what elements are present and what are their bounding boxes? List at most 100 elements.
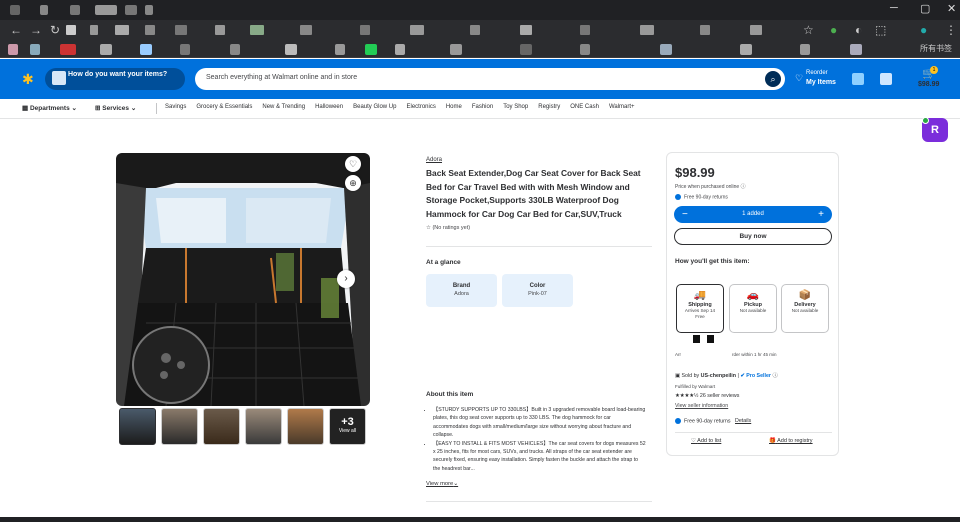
heart-icon: ♡ — [795, 73, 804, 83]
arrival-prefix: Arr — [675, 352, 681, 357]
pickup-option[interactable]: 🚗 Pickup Not available — [729, 284, 777, 333]
bookmark-item[interactable] — [180, 44, 190, 55]
profile-icon[interactable]: ● — [920, 23, 927, 37]
delivery-option[interactable]: 📦 Delivery Not available — [781, 284, 829, 333]
category-nav: ▦ Departments ⌄ ⊞ Services ⌄ Savings Gro… — [0, 99, 960, 119]
services-label: Services — [102, 105, 130, 112]
next-image-chevron-icon[interactable]: › — [337, 270, 355, 288]
favorite-heart-icon[interactable]: ♡ — [345, 156, 361, 172]
add-to-list-button[interactable]: ♡ Add to list — [691, 438, 721, 444]
all-bookmarks-folder[interactable]: 所有书签 — [920, 43, 952, 54]
back-icon[interactable]: ← — [10, 23, 22, 37]
account-icon[interactable] — [852, 73, 864, 85]
site-header: ✱ How do you want your items? Search eve… — [0, 59, 960, 99]
bookmark-item[interactable] — [740, 44, 752, 55]
extension-icon[interactable]: ● — [830, 23, 837, 37]
window-close-icon[interactable]: ✕ — [947, 2, 956, 15]
services-menu[interactable]: ⊞ Services ⌄ — [95, 104, 136, 112]
info-icon[interactable]: ⓘ — [741, 184, 746, 190]
extension-icon[interactable]: ◐ — [855, 23, 862, 37]
about-bullet: 【STURDY SUPPORTS UP TO 330LBS】Built in 3… — [433, 406, 646, 440]
bookmark-item[interactable] — [450, 44, 462, 55]
seller-reviews[interactable]: 26 seller reviews — [700, 393, 739, 399]
free-returns-row: Free 90-day returns Details — [675, 418, 751, 424]
bookmark-item[interactable] — [230, 44, 240, 55]
browser-tab[interactable] — [10, 5, 20, 15]
walmart-spark-icon[interactable]: ✱ — [22, 72, 36, 86]
browser-tab[interactable] — [95, 5, 117, 15]
url-field[interactable] — [66, 25, 76, 35]
window-maximize-icon[interactable]: ▢ — [920, 2, 930, 15]
price-note: Price when purchased online ⓘ — [675, 183, 746, 190]
thumbnail[interactable] — [161, 408, 198, 445]
rating-summary[interactable]: ☆ (No ratings yet) — [426, 225, 470, 231]
url-segment — [470, 25, 480, 35]
bookmark-item[interactable] — [850, 44, 862, 55]
browser-menu-icon[interactable]: ⋮ — [945, 23, 957, 37]
account-menu-icon[interactable] — [880, 73, 892, 85]
thumbnail[interactable] — [287, 408, 324, 445]
bookmark-item[interactable] — [395, 44, 405, 55]
info-icon[interactable]: ⓘ — [772, 373, 777, 379]
product-main-image[interactable]: ♡ ⊕ — [116, 153, 370, 406]
thumbnail[interactable] — [203, 408, 240, 445]
browser-tab[interactable] — [70, 5, 80, 15]
search-bar[interactable]: Search everything at Walmart online and … — [195, 68, 785, 90]
reload-icon[interactable]: ↻ — [50, 23, 60, 37]
browser-tab[interactable] — [125, 5, 137, 15]
bookmark-item[interactable] — [800, 44, 810, 55]
shipping-option[interactable]: 🚚 Shipping Arrives Sep 14 Free — [676, 284, 724, 333]
details-link[interactable]: Details — [735, 418, 751, 424]
plus-icon[interactable]: + — [818, 206, 824, 223]
nav-link-beauty[interactable]: Beauty Glow Up — [353, 104, 396, 110]
minus-icon[interactable]: − — [682, 206, 688, 223]
bookmark-item[interactable] — [60, 44, 76, 55]
package-icon: 📦 — [798, 290, 812, 301]
view-all-thumbnail[interactable]: +3 View all — [329, 408, 366, 445]
quantity-stepper[interactable]: − 1 added + — [674, 206, 832, 223]
nav-link-grocery[interactable]: Grocery & Essentials — [196, 104, 252, 110]
add-to-registry-button[interactable]: 🎁 Add to registry — [769, 438, 813, 444]
nav-link-home[interactable]: Home — [446, 104, 462, 110]
bookmark-item[interactable] — [660, 44, 672, 55]
pickup-label: How do you want your items? — [68, 71, 168, 78]
added-label: 1 added — [742, 211, 764, 217]
bookmark-item[interactable] — [285, 44, 297, 55]
brand-link[interactable]: Adora — [426, 157, 442, 163]
thumbnail[interactable] — [245, 408, 282, 445]
bookmark-star-icon[interactable]: ☆ — [803, 23, 814, 37]
bookmark-item[interactable] — [30, 44, 40, 55]
search-input[interactable]: Search everything at Walmart online and … — [206, 74, 357, 81]
bookmark-item[interactable] — [335, 44, 345, 55]
bookmark-item[interactable] — [8, 44, 18, 55]
extension-icon[interactable]: ⬚ — [875, 23, 886, 37]
zoom-icon[interactable]: ⊕ — [345, 175, 361, 191]
free-returns-note: Free 90-day returns — [675, 194, 728, 200]
seller-name[interactable]: US-chenpeilin — [701, 373, 736, 379]
nav-link-new-trending[interactable]: New & Trending — [262, 104, 305, 110]
nav-link-registry[interactable]: Registry — [538, 104, 560, 110]
browser-tab[interactable] — [40, 5, 48, 15]
buy-now-button[interactable]: Buy now — [674, 228, 832, 245]
bookmark-item[interactable] — [140, 44, 152, 55]
departments-menu[interactable]: ▦ Departments ⌄ — [22, 104, 77, 112]
nav-link-savings[interactable]: Savings — [165, 104, 186, 110]
about-list: 【STURDY SUPPORTS UP TO 330LBS】Built in 3… — [426, 406, 646, 473]
bookmark-item[interactable] — [520, 44, 532, 55]
bookmark-item[interactable] — [365, 44, 377, 55]
view-more-link[interactable]: View more⌄ — [426, 481, 458, 487]
nav-link-one-cash[interactable]: ONE Cash — [570, 104, 599, 110]
nav-link-fashion[interactable]: Fashion — [472, 104, 493, 110]
bookmark-item[interactable] — [580, 44, 590, 55]
view-seller-link[interactable]: View seller information — [675, 403, 728, 409]
window-minimize-icon[interactable]: ─ — [890, 2, 898, 14]
forward-icon[interactable]: → — [30, 23, 42, 37]
nav-link-walmart-plus[interactable]: Walmart+ — [609, 104, 635, 110]
bookmark-item[interactable] — [100, 44, 112, 55]
browser-tab[interactable] — [145, 5, 153, 15]
thumbnail[interactable] — [119, 408, 156, 445]
search-icon[interactable]: ⌕ — [765, 71, 781, 87]
nav-link-halloween[interactable]: Halloween — [315, 104, 343, 110]
nav-link-toy-shop[interactable]: Toy Shop — [503, 104, 528, 110]
nav-link-electronics[interactable]: Electronics — [406, 104, 435, 110]
